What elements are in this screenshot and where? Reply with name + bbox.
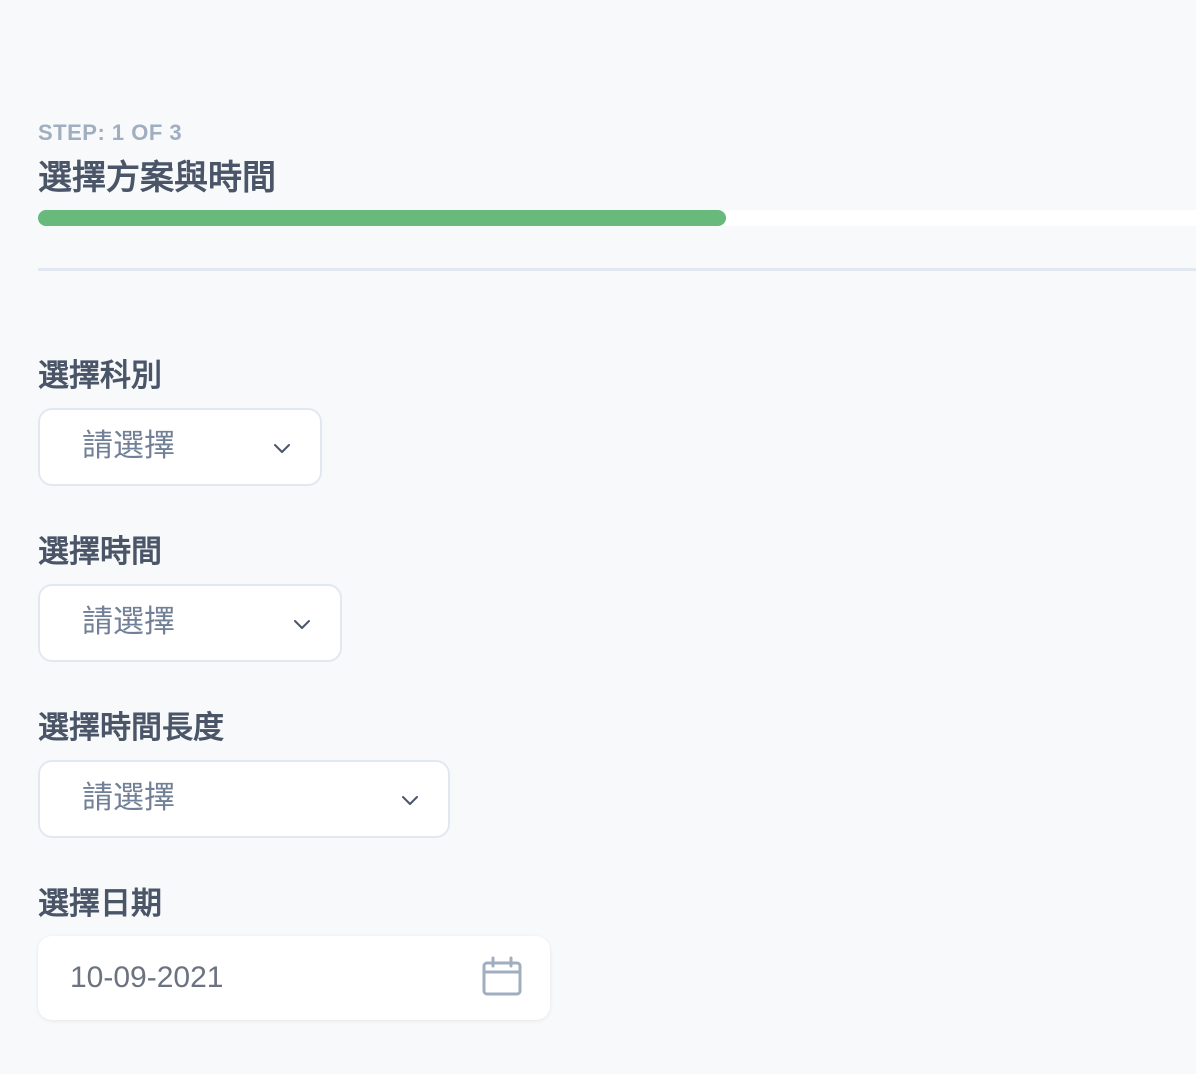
page-title: 選擇方案與時間 xyxy=(38,158,276,198)
chevron-down-icon xyxy=(294,620,310,629)
time-label: 選擇時間 xyxy=(38,534,162,570)
duration-select[interactable]: 請選擇 xyxy=(38,760,450,838)
time-select-value: 請選擇 xyxy=(82,604,175,640)
department-select-value: 請選擇 xyxy=(82,428,175,464)
step-indicator: STEP: 1 OF 3 xyxy=(38,120,183,145)
chevron-down-icon xyxy=(402,796,418,805)
time-select[interactable]: 請選擇 xyxy=(38,584,342,662)
calendar-icon[interactable] xyxy=(480,956,524,1000)
chevron-down-icon xyxy=(274,444,290,453)
divider xyxy=(38,268,1196,271)
date-input[interactable]: 10-09-2021 xyxy=(38,936,550,1020)
department-label: 選擇科別 xyxy=(38,358,162,394)
booking-step-page: STEP: 1 OF 3 選擇方案與時間 選擇科別 請選擇 選擇時間 請選擇 選… xyxy=(0,0,1196,1074)
date-label: 選擇日期 xyxy=(38,886,162,922)
progress-bar-fill xyxy=(38,210,726,226)
duration-label: 選擇時間長度 xyxy=(38,710,224,746)
date-input-value: 10-09-2021 xyxy=(70,961,224,994)
department-select[interactable]: 請選擇 xyxy=(38,408,322,486)
progress-bar xyxy=(38,210,1196,226)
duration-select-value: 請選擇 xyxy=(82,780,175,816)
